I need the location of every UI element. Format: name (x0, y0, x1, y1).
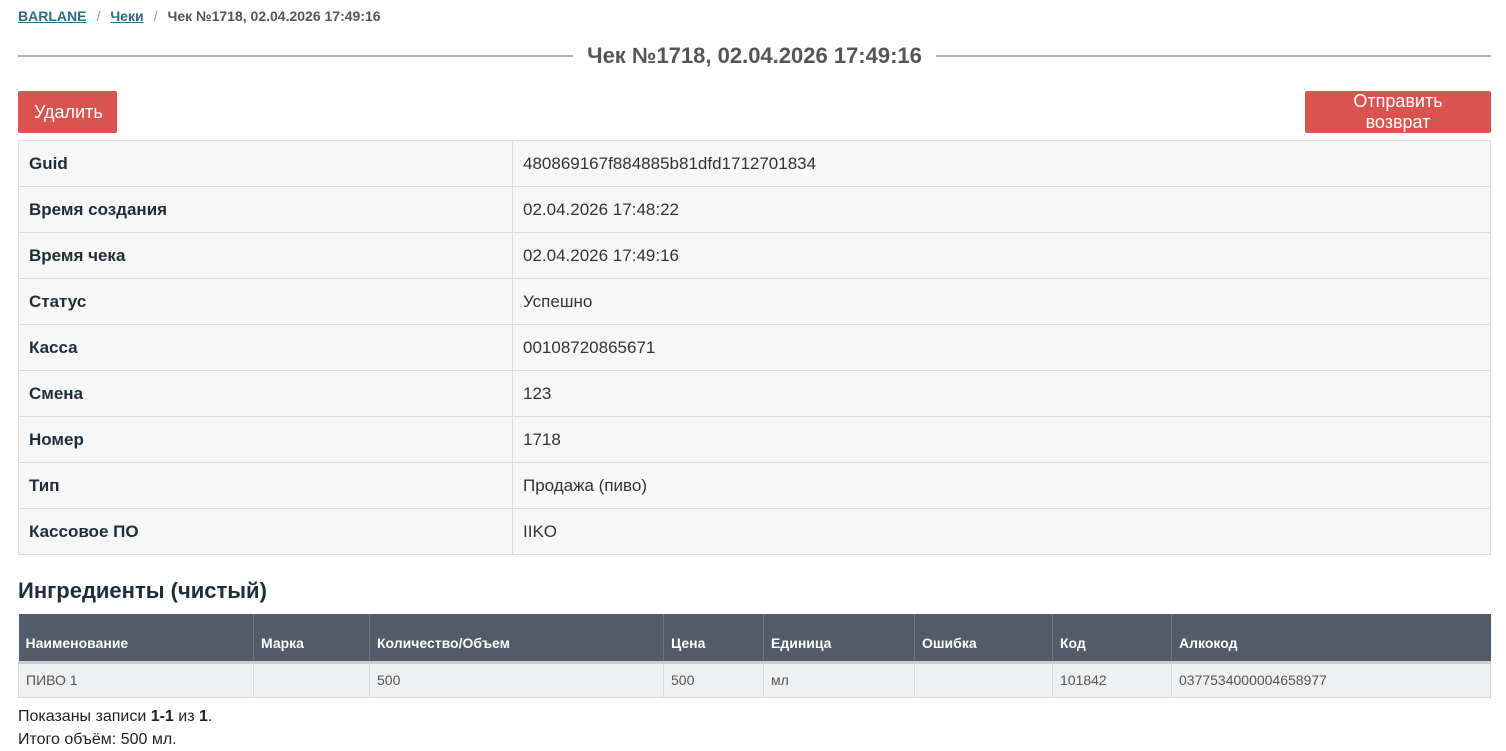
cell-quantity: 500 (369, 661, 664, 698)
detail-row-guid: Guid 480869167f884885b81dfd1712701834 (18, 140, 1491, 187)
records-total: 1 (199, 708, 208, 725)
detail-key: Тип (18, 462, 513, 509)
detail-row-status: Статус Успешно (18, 278, 1491, 325)
detail-value: 123 (512, 370, 1491, 417)
detail-row-shift: Смена 123 (18, 370, 1491, 417)
records-summary-of: из (173, 708, 199, 725)
delete-button[interactable]: Удалить (18, 91, 117, 133)
cell-brand (253, 661, 370, 698)
detail-value: 02.04.2026 17:48:22 (512, 186, 1491, 233)
column-header-quantity[interactable]: Количество/Объем (369, 614, 664, 664)
detail-value: 1718 (512, 416, 1491, 463)
ingredients-table: Наименование Марка Количество/Объем Цена… (18, 614, 1491, 698)
column-header-price[interactable]: Цена (663, 614, 764, 664)
records-summary-prefix: Показаны записи (18, 708, 151, 725)
cell-code: 101842 (1052, 661, 1172, 698)
detail-key: Guid (18, 140, 513, 187)
detail-value: IIKO (512, 508, 1491, 555)
table-row: ПИВО 1 500 500 мл 101842 037753400000465… (18, 661, 1491, 698)
detail-row-number: Номер 1718 (18, 416, 1491, 463)
breadcrumb-home-link[interactable]: BARLANE (18, 8, 86, 24)
detail-row-register: Касса 00108720865671 (18, 324, 1491, 371)
breadcrumb: BARLANE / Чеки / Чек №1718, 02.04.2026 1… (18, 8, 381, 24)
column-header-brand[interactable]: Марка (253, 614, 370, 664)
detail-key: Кассовое ПО (18, 508, 513, 555)
detail-key: Номер (18, 416, 513, 463)
total-volume: Итого объём: 500 мл. (18, 731, 177, 748)
column-header-unit[interactable]: Единица (763, 614, 915, 664)
detail-value: Успешно (512, 278, 1491, 325)
page-title: Чек №1718, 02.04.2026 17:49:16 (587, 43, 922, 68)
column-header-alcocode[interactable]: Алкокод (1171, 614, 1491, 664)
detail-row-receipt-time: Время чека 02.04.2026 17:49:16 (18, 232, 1491, 279)
column-header-error[interactable]: Ошибка (914, 614, 1053, 664)
cell-error (914, 661, 1053, 698)
records-summary: Показаны записи 1-1 из 1. (18, 708, 212, 726)
records-summary-suffix: . (207, 708, 213, 725)
detail-key: Время чека (18, 232, 513, 279)
breadcrumb-current: Чек №1718, 02.04.2026 17:49:16 (167, 8, 381, 24)
breadcrumb-separator: / (96, 8, 101, 24)
send-return-button[interactable]: Отправить возврат (1305, 91, 1491, 133)
ingredients-heading: Ингредиенты (чистый) (18, 578, 267, 603)
detail-key: Смена (18, 370, 513, 417)
cell-unit: мл (763, 661, 915, 698)
detail-value: 02.04.2026 17:49:16 (512, 232, 1491, 279)
title-divider-left (18, 55, 574, 57)
receipt-details-table: Guid 480869167f884885b81dfd1712701834 Вр… (18, 140, 1491, 555)
detail-value: Продажа (пиво) (512, 462, 1491, 509)
cell-alcocode: 0377534000004658977 (1171, 661, 1491, 698)
breadcrumb-receipts-link[interactable]: Чеки (110, 8, 143, 24)
detail-row-type: Тип Продажа (пиво) (18, 462, 1491, 509)
column-header-name[interactable]: Наименование (18, 614, 254, 664)
title-divider-right (935, 55, 1492, 57)
cell-price: 500 (663, 661, 764, 698)
detail-row-pos-software: Кассовое ПО IIKO (18, 508, 1491, 555)
detail-key: Статус (18, 278, 513, 325)
detail-value: 00108720865671 (512, 324, 1491, 371)
records-range: 1-1 (150, 708, 174, 725)
cell-name: ПИВО 1 (18, 661, 254, 698)
detail-key: Касса (18, 324, 513, 371)
detail-row-created: Время создания 02.04.2026 17:48:22 (18, 186, 1491, 233)
detail-key: Время создания (18, 186, 513, 233)
table-header-row: Наименование Марка Количество/Объем Цена… (18, 614, 1491, 664)
detail-value: 480869167f884885b81dfd1712701834 (512, 140, 1491, 187)
column-header-code[interactable]: Код (1052, 614, 1172, 664)
breadcrumb-separator: / (153, 8, 158, 24)
page-title-row: Чек №1718, 02.04.2026 17:49:16 (18, 42, 1492, 70)
